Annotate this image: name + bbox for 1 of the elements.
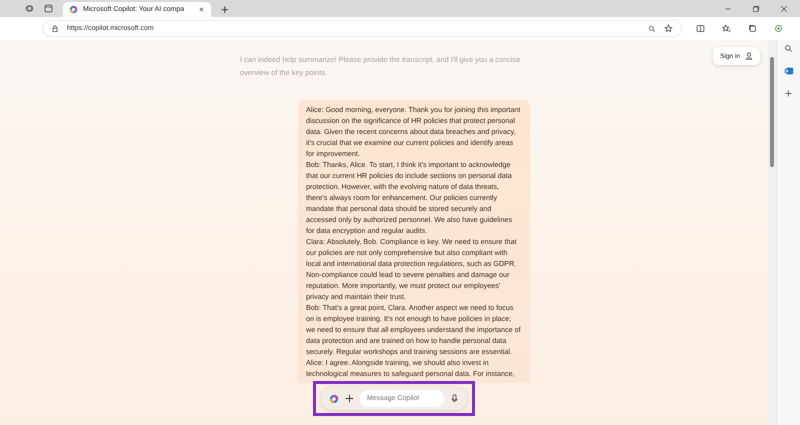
new-tab-button[interactable]: + <box>221 2 229 17</box>
